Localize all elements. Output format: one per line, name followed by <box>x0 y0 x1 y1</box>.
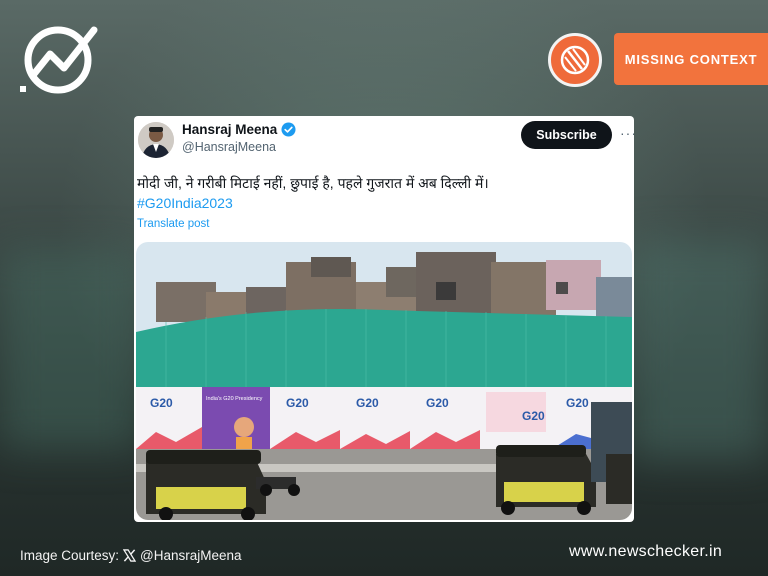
tweet-photo[interactable]: G20 G20 G20 G20 G20 G20 India's G20 Pres… <box>136 242 632 520</box>
translate-post-link[interactable]: Translate post <box>137 218 209 230</box>
avatar[interactable] <box>138 122 174 158</box>
svg-text:G20: G20 <box>150 396 173 410</box>
credit-handle: @HansrajMeena <box>140 548 242 563</box>
tweet-card: Hansraj Meena @HansrajMeena Subscribe ··… <box>134 116 634 522</box>
g20-banners: G20 G20 G20 G20 G20 G20 India's G20 Pres… <box>136 387 632 449</box>
website-url: www.newschecker.in <box>569 543 723 560</box>
missing-context-badge: MISSING CONTEXT <box>614 33 768 85</box>
background-blur-right <box>628 240 768 460</box>
svg-text:G20: G20 <box>426 396 449 410</box>
verified-badge-icon <box>281 122 296 137</box>
author-name-text: Hansraj Meena <box>182 122 278 137</box>
svg-text:G20: G20 <box>286 396 309 410</box>
missing-context-icon <box>548 33 602 87</box>
newschecker-logo-icon <box>20 26 98 94</box>
x-logo-icon <box>123 549 137 562</box>
svg-text:G20: G20 <box>566 396 589 410</box>
photo-scene: G20 G20 G20 G20 G20 G20 India's G20 Pres… <box>136 242 632 520</box>
svg-text:India's G20 Presidency: India's G20 Presidency <box>206 396 263 402</box>
svg-text:G20: G20 <box>356 396 379 410</box>
more-options-icon[interactable]: ··· <box>620 125 634 141</box>
image-credit: Image Courtesy: @HansrajMeena <box>20 548 242 563</box>
background-blur-left <box>0 250 140 450</box>
tweet-text: मोदी जी, ने गरीबी मिटाई नहीं, छुपाई है, … <box>137 175 489 191</box>
subscribe-button[interactable]: Subscribe <box>521 121 612 149</box>
author-name[interactable]: Hansraj Meena <box>182 122 296 137</box>
credit-prefix: Image Courtesy: <box>20 548 120 563</box>
hashtag-link[interactable]: #G20India2023 <box>137 195 233 211</box>
author-handle[interactable]: @HansrajMeena <box>182 140 276 154</box>
svg-text:G20: G20 <box>522 409 545 423</box>
